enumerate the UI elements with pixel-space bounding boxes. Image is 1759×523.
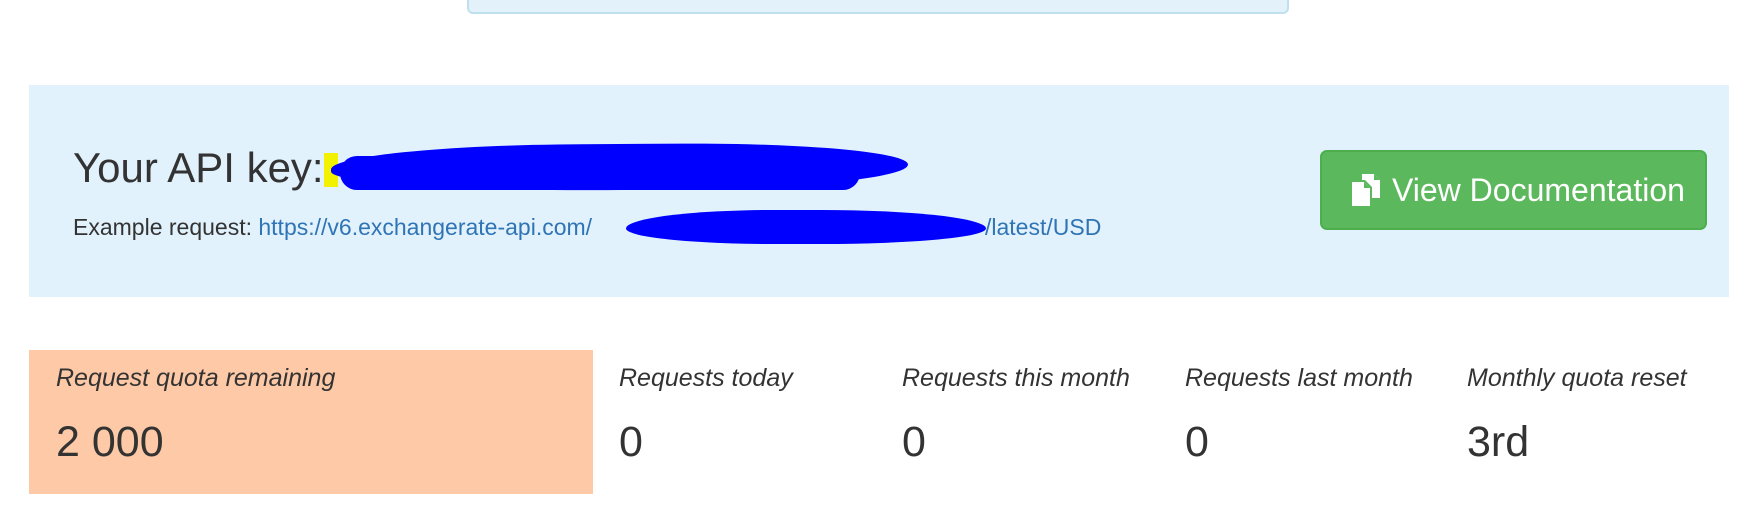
view-documentation-label: View Documentation bbox=[1392, 171, 1685, 208]
view-documentation-button[interactable]: View Documentation bbox=[1320, 150, 1707, 230]
files-icon bbox=[1350, 172, 1384, 208]
stat-value: 3rd bbox=[1467, 418, 1530, 466]
stat-label: Requests last month bbox=[1185, 364, 1413, 392]
example-request-line: Example request: https://v6.exchangerate… bbox=[73, 212, 592, 242]
example-request-link[interactable]: https://v6.exchangerate-api.com/ bbox=[258, 214, 592, 240]
stat-value: 0 bbox=[902, 418, 926, 466]
stat-label: Requests this month bbox=[902, 364, 1130, 392]
stat-monthly-quota-reset: Monthly quota reset 3rd bbox=[1439, 350, 1729, 494]
stat-label: Request quota remaining bbox=[56, 364, 336, 392]
api-key-title: Your API key: bbox=[73, 144, 324, 191]
example-request-link-suffix[interactable]: /latest/USD bbox=[985, 212, 1101, 242]
stat-quota-remaining: Request quota remaining 2 000 bbox=[29, 350, 593, 494]
example-request-label: Example request: bbox=[73, 214, 259, 240]
stat-requests-last-month: Requests last month 0 bbox=[1157, 350, 1439, 494]
stat-value: 2 000 bbox=[56, 418, 164, 466]
stat-requests-this-month: Requests this month 0 bbox=[875, 350, 1157, 494]
top-info-panel bbox=[467, 0, 1289, 14]
stat-label: Requests today bbox=[619, 364, 793, 392]
example-url-redaction bbox=[626, 210, 986, 244]
stat-label: Monthly quota reset bbox=[1467, 364, 1687, 392]
usage-stats: Request quota remaining 2 000 Requests t… bbox=[29, 350, 1729, 494]
api-key-redaction-fill bbox=[340, 156, 860, 190]
stat-value: 0 bbox=[1185, 418, 1209, 466]
stat-requests-today: Requests today 0 bbox=[593, 350, 875, 494]
stat-value: 0 bbox=[619, 418, 643, 466]
